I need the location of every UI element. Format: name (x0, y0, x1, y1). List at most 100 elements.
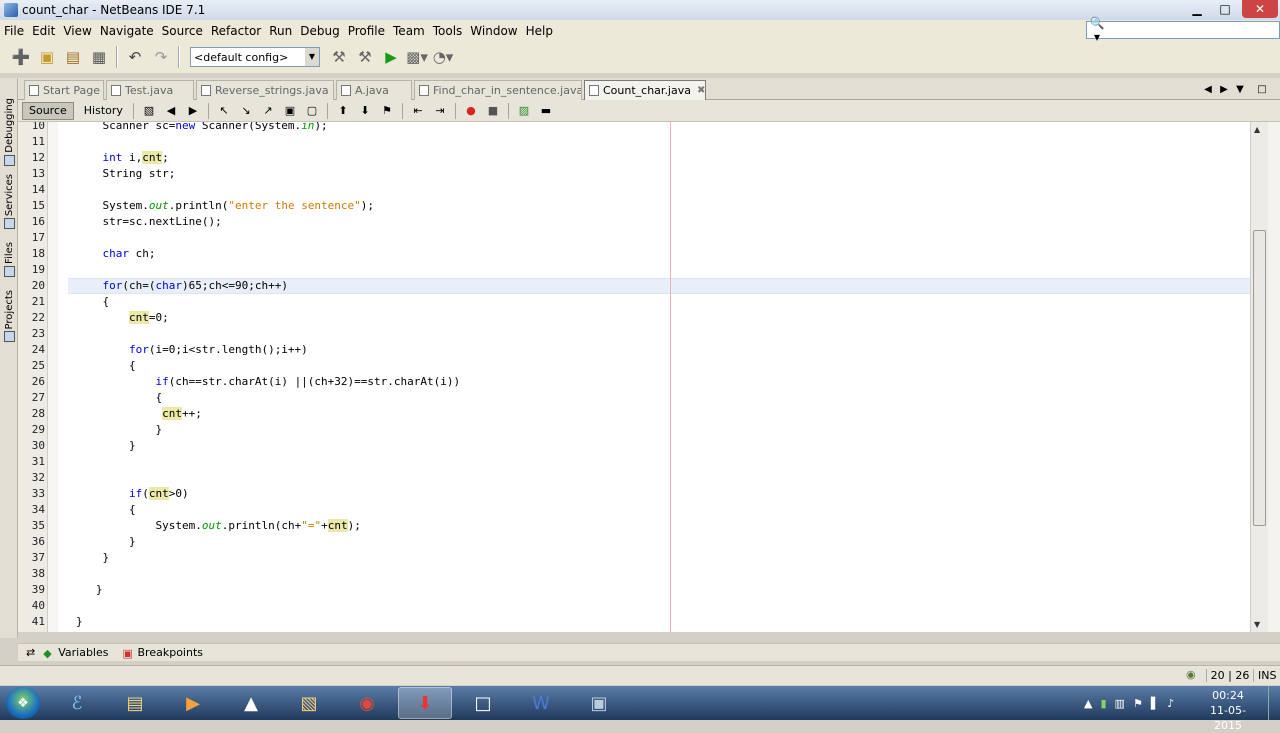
find-selection-icon[interactable]: ↗ (258, 102, 278, 120)
menu-refactor[interactable]: Refactor (207, 24, 265, 38)
recorder-icon[interactable]: ⬇ (398, 687, 452, 719)
code-line[interactable]: 25 { (18, 358, 1268, 374)
menu-profile[interactable]: Profile (344, 24, 389, 38)
toggle-highlight-icon[interactable]: ▣ (280, 102, 300, 120)
back-icon[interactable]: ◀ (161, 102, 181, 120)
new-file-icon[interactable]: ➕ (9, 45, 33, 69)
word-icon[interactable]: W (514, 687, 568, 719)
code-line[interactable]: 39 } (18, 582, 1268, 598)
scrollbar-thumb[interactable] (1253, 230, 1266, 526)
chrome-icon[interactable]: ◉ (340, 687, 394, 719)
menu-navigate[interactable]: Navigate (96, 24, 158, 38)
tab-services[interactable]: Services (1, 174, 17, 230)
menu-file[interactable]: File (0, 24, 28, 38)
search-input[interactable] (1107, 23, 1257, 37)
start-macro-icon[interactable]: ● (461, 102, 481, 120)
code-line[interactable]: 34 { (18, 502, 1268, 518)
signal-icon[interactable]: ▌ (1151, 697, 1159, 710)
code-line[interactable]: 27 { (18, 390, 1268, 406)
new-project-icon[interactable]: ▣ (35, 45, 59, 69)
code-line[interactable]: 40 (18, 598, 1268, 614)
code-line[interactable]: 16 str=sc.nextLine(); (18, 214, 1268, 230)
minimize-button[interactable]: ▁ (1184, 0, 1210, 18)
vertical-scrollbar[interactable]: ▲ ▼ (1250, 122, 1268, 632)
code-line[interactable]: 37 } (18, 550, 1268, 566)
flag-icon[interactable]: ⚑ (1133, 697, 1143, 710)
debug-icon[interactable]: ▩▾ (405, 45, 429, 69)
code-line[interactable]: 30 } (18, 438, 1268, 454)
code-line[interactable]: 35 System.out.println(ch+"="+cnt); (18, 518, 1268, 534)
code-line[interactable]: 36 } (18, 534, 1268, 550)
find-next-icon[interactable]: ↘ (236, 102, 256, 120)
tab-find-char-in-sentence-java[interactable]: Find_char_in_sentence.java (414, 80, 582, 100)
find-previous-icon[interactable]: ↖ (214, 102, 234, 120)
scroll-up-icon[interactable]: ▲ (1254, 125, 1260, 134)
code-line[interactable]: 28 cnt++; (18, 406, 1268, 422)
tab-variables[interactable]: ◆ Variables (43, 646, 108, 660)
tab-projects[interactable]: Projects (1, 290, 17, 343)
notes-icon[interactable]: ▧ (282, 687, 336, 719)
code-line[interactable]: 20 for(ch=(char)65;ch<=90;ch++) (18, 278, 1268, 294)
redo-icon[interactable]: ↷ (149, 45, 173, 69)
source-button[interactable]: Source (22, 101, 74, 120)
code-line[interactable]: 32 (18, 470, 1268, 486)
app-icon[interactable]: ▲ (224, 687, 278, 719)
scroll-left-icon[interactable]: ◀ (1200, 81, 1216, 97)
forward-icon[interactable]: ▶ (183, 102, 203, 120)
tab-count-char-java[interactable]: Count_char.java ✖ (584, 80, 706, 100)
window-icon[interactable]: □ (456, 687, 510, 719)
close-tab-icon[interactable]: ✖ (697, 85, 705, 96)
search-icon[interactable]: 🔍▾ (1087, 16, 1107, 44)
run-icon[interactable]: ▶ (379, 45, 403, 69)
code-line[interactable]: 14 (18, 182, 1268, 198)
code-line[interactable]: 11 (18, 134, 1268, 150)
menu-source[interactable]: Source (158, 24, 207, 38)
menu-edit[interactable]: Edit (28, 24, 59, 38)
code-line[interactable]: 24 for(i=0;i<str.length();i++) (18, 342, 1268, 358)
code-line[interactable]: 41} (18, 614, 1268, 630)
uncomment-icon[interactable]: ▬ (536, 102, 556, 120)
scroll-down-icon[interactable]: ▼ (1254, 620, 1260, 629)
code-line[interactable]: 10 Scanner sc=new Scanner(System.in); (18, 122, 1268, 134)
tab-files[interactable]: Files (1, 242, 17, 277)
code-line[interactable]: 12 int i,cnt; (18, 150, 1268, 166)
config-dropdown[interactable]: <default config> ▼ (190, 47, 320, 67)
show-hidden-icons-icon[interactable]: ▲ (1084, 697, 1092, 710)
code-editor[interactable]: 10 Scanner sc=new Scanner(System.in); 11 1… (18, 122, 1268, 632)
code-line[interactable]: 26 if(ch==str.charAt(i) ||(ch+32)==str.c… (18, 374, 1268, 390)
tab-test-java[interactable]: Test.java (106, 80, 194, 100)
clock[interactable]: 00:24 11-05-2015 (1198, 688, 1258, 733)
menu-window[interactable]: Window (466, 24, 521, 38)
menu-team[interactable]: Team (389, 24, 429, 38)
tab-start-page[interactable]: Start Page (24, 80, 104, 100)
toggle-bookmark-icon[interactable]: ⚑ (377, 102, 397, 120)
scroll-right-icon[interactable]: ▶ (1216, 81, 1232, 97)
collapse-panels-icon[interactable]: ⇄ (26, 646, 35, 659)
close-button[interactable]: ✕ (1242, 0, 1278, 18)
netbeans-icon[interactable]: ▣ (572, 687, 626, 719)
code-line[interactable]: 19 (18, 262, 1268, 278)
code-line[interactable]: 31 (18, 454, 1268, 470)
code-line[interactable]: 23 (18, 326, 1268, 342)
code-line[interactable]: 33 if(cnt>0) (18, 486, 1268, 502)
menu-tools[interactable]: Tools (429, 24, 467, 38)
shift-left-icon[interactable]: ⇤ (408, 102, 428, 120)
code-line[interactable]: 38 (18, 566, 1268, 582)
menu-run[interactable]: Run (265, 24, 296, 38)
tab-breakpoints[interactable]: ▣ Breakpoints (123, 646, 204, 660)
code-line[interactable]: 21 { (18, 294, 1268, 310)
profile-icon[interactable]: ◔▾ (431, 45, 455, 69)
shift-right-icon[interactable]: ⇥ (430, 102, 450, 120)
history-button[interactable]: History (78, 102, 129, 120)
code-line[interactable]: 13 String str; (18, 166, 1268, 182)
tab-debugging[interactable]: Debugging (1, 98, 17, 166)
menu-debug[interactable]: Debug (296, 24, 343, 38)
menu-help[interactable]: Help (522, 24, 557, 38)
ie-icon[interactable]: ℰ (50, 687, 104, 719)
code-line[interactable]: 22 cnt=0; (18, 310, 1268, 326)
maximize-editor-icon[interactable]: □ (1254, 81, 1270, 97)
notifications-icon[interactable]: ◉ (1186, 668, 1196, 681)
tab-reverse-strings-java[interactable]: Reverse_strings.java (196, 80, 334, 100)
tab-a-java[interactable]: A.java (336, 80, 412, 100)
code-line[interactable]: 29 } (18, 422, 1268, 438)
